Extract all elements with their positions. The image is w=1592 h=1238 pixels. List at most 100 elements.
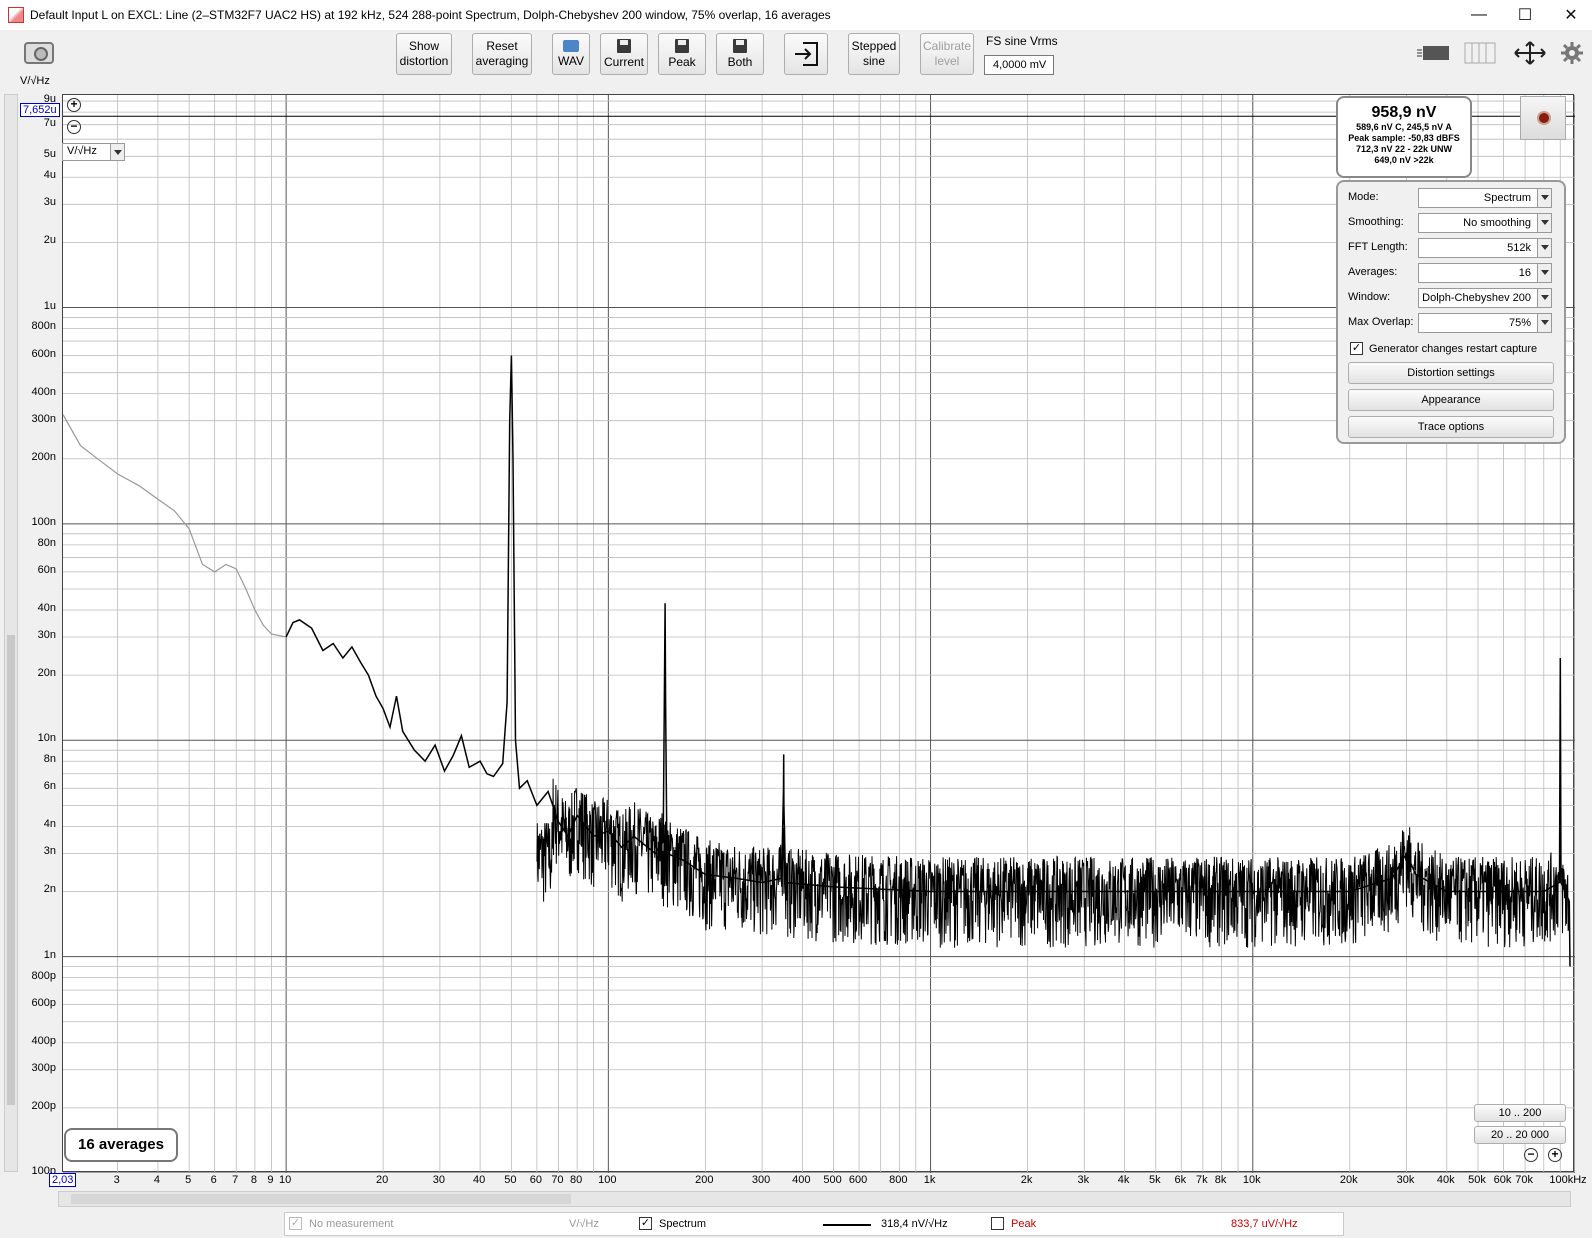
peak-checkbox[interactable] <box>991 1217 1004 1230</box>
spectrum-legend-label: Spectrum <box>659 1218 707 1230</box>
y-tick-label: 10n <box>37 732 56 745</box>
y-tick-label: 6n <box>43 780 56 793</box>
y-tick-label: 600p <box>31 996 56 1009</box>
fit-axes-icon[interactable] <box>1512 40 1548 66</box>
x-tick-label: 100kHz <box>1549 1174 1587 1186</box>
columns-icon[interactable] <box>1462 40 1498 66</box>
fft-select[interactable]: 512k <box>1418 238 1552 258</box>
y-tick-label: 20n <box>37 667 56 680</box>
distortion-settings-button[interactable]: Distortion settings <box>1348 362 1554 384</box>
x-tick-label: 60 <box>529 1174 542 1186</box>
import-button[interactable] <box>784 33 828 75</box>
app-icon <box>8 7 24 23</box>
show-distortion-button[interactable]: Show distortion <box>396 33 452 75</box>
unit-select[interactable]: V/√Hz <box>62 143 125 161</box>
averages-badge: 16 averages <box>64 1128 178 1162</box>
x-tick-label: 2k <box>1020 1174 1033 1186</box>
horizontal-scroll-thumb[interactable] <box>71 1194 571 1204</box>
overlap-label: Max Overlap: <box>1348 316 1414 328</box>
stepped-sine-line1: Stepped <box>851 39 897 53</box>
show-distortion-line1: Show <box>408 39 440 53</box>
y-tick-label: 200n <box>31 450 56 463</box>
calibrate-level-button[interactable]: Calibrate level <box>920 33 974 75</box>
restart-capture-row[interactable]: ✓ Generator changes restart capture <box>1350 342 1537 355</box>
x-zoom-in-icon[interactable]: + <box>1548 1148 1562 1162</box>
stepped-sine-line2: sine <box>862 54 885 68</box>
x-zoom-out-icon[interactable]: − <box>1524 1148 1538 1162</box>
no-measurement-checkbox[interactable]: ✓ <box>289 1217 302 1230</box>
x-tick-label: 3 <box>113 1174 120 1186</box>
wav-button[interactable]: WAV <box>552 33 590 75</box>
fs-sine-input[interactable]: 4,0000 mV <box>984 55 1054 75</box>
mode-select[interactable]: Spectrum <box>1418 188 1552 208</box>
save-both-button[interactable]: Both <box>716 33 764 75</box>
rms-line1: 589,6 nV C, 245,5 nV A <box>1356 122 1452 132</box>
spectrum-checkbox[interactable]: ✓ <box>639 1217 652 1230</box>
x-tick-label: 100 <box>598 1174 617 1186</box>
range-20-20000-button[interactable]: 20 .. 20 000 <box>1474 1126 1566 1144</box>
record-button[interactable] <box>1520 96 1566 140</box>
y-cursor-value: 7,652u <box>20 103 60 117</box>
y-tick-label: 2n <box>43 883 56 896</box>
y-tick-label: 300n <box>31 412 56 425</box>
both-label: Both <box>727 54 753 69</box>
x-tick-label: 300 <box>751 1174 771 1186</box>
zoom-out-icon[interactable]: − <box>67 120 81 134</box>
folder-icon <box>563 39 579 52</box>
trace-options-button[interactable]: Trace options <box>1348 416 1554 438</box>
close-button[interactable]: ✕ <box>1548 0 1592 30</box>
chevron-down-icon <box>1537 264 1551 282</box>
window-label: Window: <box>1348 291 1391 303</box>
layout-icon[interactable] <box>1416 40 1452 66</box>
zoom-in-icon[interactable]: + <box>67 98 81 112</box>
x-tick-label: 10k <box>1242 1174 1261 1186</box>
y-tick-label: 80n <box>37 536 56 549</box>
restart-capture-checkbox[interactable]: ✓ <box>1350 342 1363 355</box>
chevron-down-icon <box>1537 189 1551 207</box>
y-tick-label: 8n <box>43 753 56 766</box>
reset-averaging-button[interactable]: Reset averaging <box>472 33 532 75</box>
x-tick-label: 9 <box>267 1174 274 1186</box>
y-tick-label: 800p <box>31 969 56 982</box>
averages-value: 16 <box>1518 267 1531 279</box>
mode-row: Mode: Spectrum <box>1348 188 1558 208</box>
range-10-200-button[interactable]: 10 .. 200 <box>1474 1104 1566 1122</box>
window-value: Dolph-Chebyshev 200 <box>1422 292 1531 304</box>
x-tick-label: 4 <box>153 1174 160 1186</box>
toolbar: Show distortion Reset averaging WAV Curr… <box>0 30 1592 86</box>
x-tick-label: 70k <box>1515 1174 1533 1186</box>
mode-label: Mode: <box>1348 191 1379 203</box>
camera-icon[interactable] <box>24 42 54 64</box>
stepped-sine-button[interactable]: Stepped sine <box>848 33 900 75</box>
save-icon <box>617 38 631 53</box>
settings-panel: Mode: Spectrum Smoothing: No smoothing F… <box>1336 180 1566 444</box>
horizontal-scrollbar[interactable] <box>58 1191 1571 1207</box>
save-icon <box>733 38 747 53</box>
x-tick-label: 200 <box>695 1174 714 1186</box>
spectrum-legend-value: 318,4 nV/√Hz <box>881 1218 948 1230</box>
smoothing-value: No smoothing <box>1463 217 1531 229</box>
x-tick-label: 6 <box>210 1174 217 1186</box>
chevron-down-icon <box>110 144 124 160</box>
minimize-button[interactable]: — <box>1456 0 1502 30</box>
spectrum-noise-floor <box>536 778 1570 948</box>
x-tick-label: 500 <box>823 1174 842 1186</box>
y-tick-label: 200p <box>31 1099 56 1112</box>
save-icon <box>675 38 689 53</box>
save-current-button[interactable]: Current <box>600 33 648 75</box>
x-cursor-value: 2,03 <box>49 1173 77 1187</box>
averages-select[interactable]: 16 <box>1418 263 1552 283</box>
import-icon <box>795 42 818 66</box>
x-tick-label: 40k <box>1436 1174 1455 1186</box>
spectrum-trace-below-10hz <box>62 414 287 638</box>
maximize-button[interactable]: ☐ <box>1502 0 1548 30</box>
appearance-button[interactable]: Appearance <box>1348 389 1554 411</box>
mode-value: Spectrum <box>1483 192 1531 204</box>
overlap-select[interactable]: 75% <box>1418 313 1552 333</box>
smoothing-select[interactable]: No smoothing <box>1418 213 1552 233</box>
x-tick-label: 50 <box>504 1174 517 1186</box>
save-peak-button[interactable]: Peak <box>658 33 706 75</box>
y-tick-label: 40n <box>37 601 56 614</box>
gear-icon[interactable] <box>1558 40 1586 66</box>
window-select[interactable]: Dolph-Chebyshev 200 <box>1418 288 1552 308</box>
